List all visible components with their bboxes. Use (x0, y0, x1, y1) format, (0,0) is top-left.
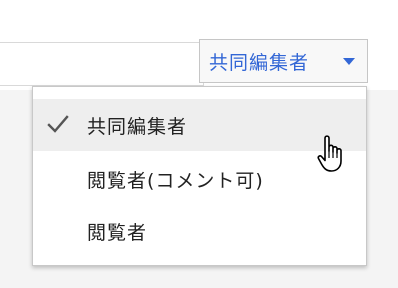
caret-down-icon (343, 58, 355, 65)
menu-item-label: 閲覧者 (87, 221, 148, 244)
share-people-input[interactable] (0, 42, 204, 86)
check-icon (47, 115, 69, 133)
role-menu: 共同編集者 閲覧者(コメント可) 閲覧者 (32, 86, 367, 266)
role-dropdown-label: 共同編集者 (209, 51, 310, 74)
menu-item-label: 閲覧者(コメント可) (87, 169, 264, 192)
menu-item-viewer[interactable]: 閲覧者 (33, 205, 366, 257)
role-dropdown-button[interactable]: 共同編集者 (199, 39, 368, 83)
hand-pointer-icon (317, 135, 342, 172)
menu-item-label: 共同編集者 (87, 115, 188, 138)
